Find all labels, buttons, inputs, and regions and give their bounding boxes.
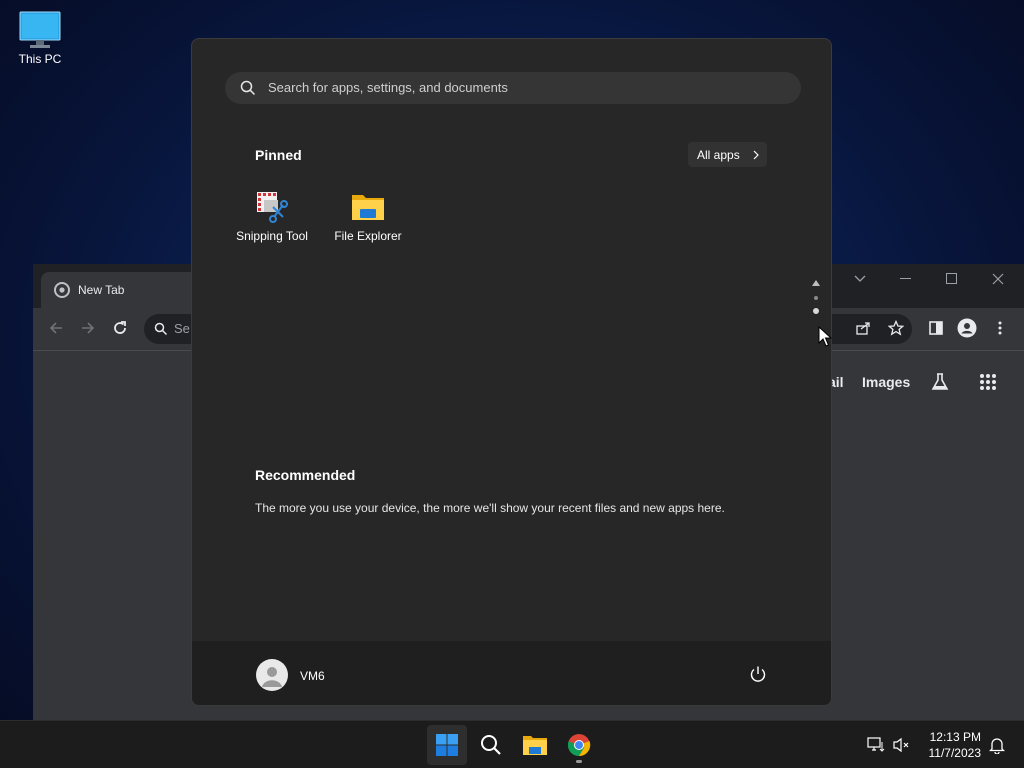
mouse-cursor-icon: [818, 326, 832, 347]
user-avatar[interactable]: [256, 659, 288, 691]
start-button[interactable]: [427, 725, 467, 765]
browser-tab[interactable]: New Tab: [41, 272, 211, 308]
monitor-icon: [19, 11, 61, 48]
star-icon: [888, 320, 904, 336]
chrome-tab-icon: [54, 282, 70, 298]
taskbar: 12:13 PM 11/7/2023: [0, 720, 1024, 768]
back-button[interactable]: [42, 314, 70, 342]
bell-icon: [989, 738, 1005, 754]
bookmark-button[interactable]: [882, 314, 910, 342]
pinned-app-label: Snipping Tool: [236, 229, 308, 243]
search-icon: [240, 80, 256, 96]
side-panel-button[interactable]: [922, 314, 950, 342]
maximize-icon: [946, 273, 957, 284]
pinned-app-snipping-tool[interactable]: Snipping Tool: [224, 191, 320, 243]
start-menu: Search for apps, settings, and documents…: [191, 38, 832, 706]
menu-button[interactable]: [986, 314, 1014, 342]
tab-title: New Tab: [78, 283, 125, 297]
profile-button[interactable]: [953, 314, 981, 342]
forward-button[interactable]: [74, 314, 102, 342]
flask-icon: [931, 373, 949, 390]
user-icon: [262, 667, 282, 687]
desktop-icon-label: This PC: [18, 52, 62, 66]
pinned-heading: Pinned: [255, 147, 302, 163]
file-explorer-button[interactable]: [515, 725, 555, 765]
power-button[interactable]: [749, 665, 767, 688]
chrome-button[interactable]: [559, 725, 599, 765]
chevron-right-icon: [753, 150, 759, 160]
folder-icon: [352, 195, 384, 220]
clock[interactable]: 12:13 PM 11/7/2023: [929, 729, 982, 761]
network-icon: [867, 737, 885, 752]
side-panel-icon: [929, 321, 943, 335]
page-dot-icon: [814, 296, 818, 300]
maximize-button[interactable]: [929, 264, 975, 294]
apps-grid-button[interactable]: [974, 368, 1002, 396]
address-bar-placeholder: Se: [174, 321, 190, 336]
all-apps-label: All apps: [697, 148, 740, 162]
search-placeholder: Search for apps, settings, and documents: [268, 80, 508, 95]
close-icon: [992, 273, 1004, 285]
running-indicator: [576, 760, 582, 763]
pinned-app-label: File Explorer: [334, 229, 402, 243]
search-icon: [154, 322, 168, 336]
images-link[interactable]: Images: [862, 374, 910, 390]
snipping-tool-icon: [257, 192, 288, 223]
volume-muted-icon: [893, 737, 909, 753]
pinned-app-file-explorer[interactable]: File Explorer: [320, 191, 416, 243]
windows-logo-icon: [436, 734, 458, 756]
reload-icon: [114, 321, 126, 334]
power-icon: [750, 666, 766, 682]
all-apps-button[interactable]: All apps: [688, 142, 767, 167]
page-up-arrow-icon: [812, 280, 820, 286]
minimize-icon: [900, 278, 911, 279]
close-button[interactable]: [975, 264, 1021, 294]
clock-time: 12:13 PM: [929, 730, 981, 744]
chrome-icon: [567, 734, 591, 757]
start-footer: VM6: [192, 641, 831, 705]
page-dot-active-icon: [813, 308, 819, 314]
notifications-button[interactable]: [984, 725, 1010, 765]
avatar-icon: [957, 318, 977, 338]
recommended-heading: Recommended: [255, 467, 356, 483]
chevron-down-icon: [854, 275, 866, 282]
start-search-box[interactable]: Search for apps, settings, and documents: [225, 72, 801, 104]
share-icon: [856, 322, 870, 335]
clock-date: 11/7/2023: [928, 746, 982, 760]
recommended-text: The more you use your device, the more w…: [255, 501, 725, 515]
labs-button[interactable]: [926, 368, 954, 396]
tab-search-button[interactable]: [837, 264, 883, 294]
search-button[interactable]: [471, 725, 511, 765]
user-name[interactable]: VM6: [300, 669, 325, 683]
search-icon: [481, 735, 501, 755]
arrow-left-icon: [49, 322, 62, 334]
desktop-icon-this-pc[interactable]: This PC: [12, 10, 68, 66]
network-tray-button[interactable]: [862, 725, 890, 765]
minimize-button[interactable]: [883, 264, 929, 294]
pinned-page-indicator[interactable]: [811, 279, 821, 315]
apps-grid-icon: [980, 374, 996, 390]
folder-icon: [523, 736, 547, 755]
volume-tray-button[interactable]: [888, 725, 916, 765]
arrow-right-icon: [82, 322, 95, 334]
reload-button[interactable]: [106, 314, 134, 342]
kebab-menu-icon: [998, 321, 1002, 335]
share-button[interactable]: [849, 314, 877, 342]
